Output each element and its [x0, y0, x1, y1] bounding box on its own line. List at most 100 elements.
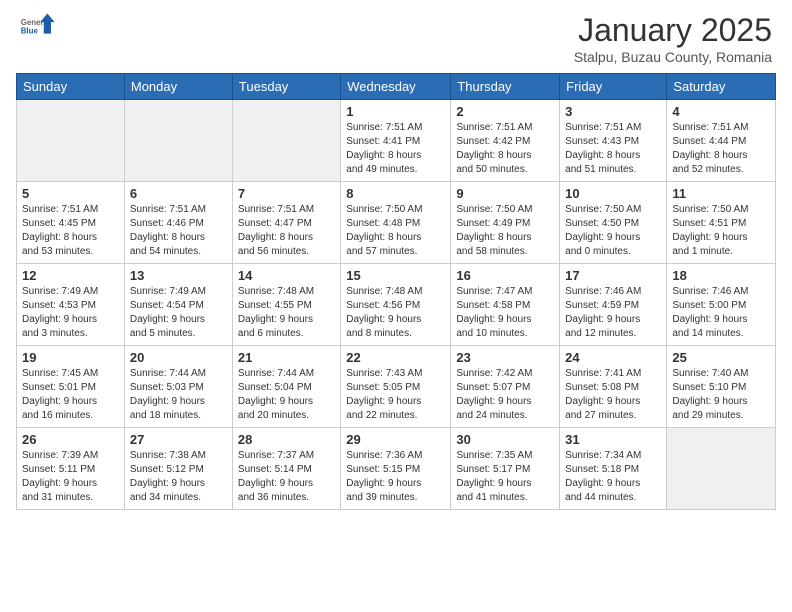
- calendar-cell: 2Sunrise: 7:51 AMSunset: 4:42 PMDaylight…: [451, 100, 560, 182]
- day-number: 28: [238, 432, 335, 447]
- day-info: Sunrise: 7:51 AMSunset: 4:47 PMDaylight:…: [238, 203, 335, 259]
- calendar-cell: 17Sunrise: 7:46 AMSunset: 4:59 PMDayligh…: [560, 264, 667, 346]
- calendar-cell: 19 Sunrise: 7:45 AMSunset: 5:01 PMDayligh…: [17, 346, 125, 428]
- calendar-cell: 23 Sunrise: 7:42 AMSunset: 5:07 PMDayligh…: [451, 346, 560, 428]
- day-info: Sunrise: 7:44 AMSunset: 5:03 PMDaylight:…: [130, 367, 227, 423]
- day-info: Sunrise: 7:51 AMSunset: 4:43 PMDaylight:…: [565, 121, 661, 177]
- calendar-cell: 31 Sunrise: 7:34 AMSunset: 5:18 PMDayligh…: [560, 428, 667, 510]
- calendar-cell: 27 Sunrise: 7:38 AMSunset: 5:12 PMDayligh…: [124, 428, 232, 510]
- day-number: 15: [346, 268, 445, 283]
- day-info: Sunrise: 7:42 AMSunset: 5:07 PMDaylight:…: [456, 367, 554, 423]
- calendar-cell: [232, 100, 340, 182]
- calendar-week-5: 26 Sunrise: 7:39 AMSunset: 5:11 PMDayligh…: [17, 428, 776, 510]
- col-thursday: Thursday: [451, 74, 560, 100]
- calendar-cell: 21Sunrise: 7:44 AMSunset: 5:04 PMDayligh…: [232, 346, 340, 428]
- calendar-week-1: 1Sunrise: 7:51 AMSunset: 4:41 PMDaylight…: [17, 100, 776, 182]
- calendar-week-3: 12 Sunrise: 7:49 AMSunset: 4:53 PMDayligh…: [17, 264, 776, 346]
- calendar-cell: 30 Sunrise: 7:35 AMSunset: 5:17 PMDayligh…: [451, 428, 560, 510]
- col-wednesday: Wednesday: [341, 74, 451, 100]
- day-number: 24: [565, 350, 661, 365]
- calendar-cell: 6 Sunrise: 7:51 AMSunset: 4:46 PMDaylight…: [124, 182, 232, 264]
- day-number: 27: [130, 432, 227, 447]
- day-number: 5: [22, 186, 119, 201]
- day-info: Sunrise: 7:48 AMSunset: 4:55 PMDaylight:…: [238, 285, 335, 341]
- day-info: Sunrise: 7:49 AMSunset: 4:53 PMDaylight:…: [22, 285, 119, 341]
- calendar-cell: 12 Sunrise: 7:49 AMSunset: 4:53 PMDayligh…: [17, 264, 125, 346]
- day-number: 6: [130, 186, 227, 201]
- calendar-table: Sunday Monday Tuesday Wednesday Thursday…: [16, 73, 776, 510]
- day-info: Sunrise: 7:38 AMSunset: 5:12 PMDaylight:…: [130, 449, 227, 505]
- day-number: 16: [456, 268, 554, 283]
- calendar-cell: [17, 100, 125, 182]
- day-info: Sunrise: 7:46 AMSunset: 5:00 PMDaylight:…: [672, 285, 770, 341]
- day-info: Sunrise: 7:37 AMSunset: 5:14 PMDaylight:…: [238, 449, 335, 505]
- calendar-cell: [124, 100, 232, 182]
- calendar-cell: 25 Sunrise: 7:40 AMSunset: 5:10 PMDayligh…: [667, 346, 776, 428]
- page-header: General Blue January 2025 Stalpu, Buzau …: [0, 0, 792, 73]
- calendar-cell: 9 Sunrise: 7:50 AMSunset: 4:49 PMDaylight…: [451, 182, 560, 264]
- calendar-cell: [667, 428, 776, 510]
- calendar-cell: 3 Sunrise: 7:51 AMSunset: 4:43 PMDaylight…: [560, 100, 667, 182]
- day-info: Sunrise: 7:51 AMSunset: 4:44 PMDaylight:…: [672, 121, 770, 177]
- day-number: 9: [456, 186, 554, 201]
- calendar-week-4: 19 Sunrise: 7:45 AMSunset: 5:01 PMDayligh…: [17, 346, 776, 428]
- calendar-cell: 22Sunrise: 7:43 AMSunset: 5:05 PMDayligh…: [341, 346, 451, 428]
- calendar-body: 1Sunrise: 7:51 AMSunset: 4:41 PMDaylight…: [17, 100, 776, 510]
- day-number: 18: [672, 268, 770, 283]
- day-number: 25: [672, 350, 770, 365]
- subtitle: Stalpu, Buzau County, Romania: [574, 49, 772, 65]
- month-title: January 2025: [574, 12, 772, 49]
- logo-svg: General Blue: [20, 12, 56, 48]
- title-section: January 2025 Stalpu, Buzau County, Roman…: [574, 12, 772, 65]
- day-number: 12: [22, 268, 119, 283]
- day-info: Sunrise: 7:49 AMSunset: 4:54 PMDaylight:…: [130, 285, 227, 341]
- day-number: 4: [672, 104, 770, 119]
- day-number: 10: [565, 186, 661, 201]
- logo: General Blue: [20, 12, 56, 48]
- day-number: 22: [346, 350, 445, 365]
- calendar-cell: 15 Sunrise: 7:48 AMSunset: 4:56 PMDayligh…: [341, 264, 451, 346]
- day-number: 2: [456, 104, 554, 119]
- col-monday: Monday: [124, 74, 232, 100]
- calendar-cell: 1Sunrise: 7:51 AMSunset: 4:41 PMDaylight…: [341, 100, 451, 182]
- day-info: Sunrise: 7:50 AMSunset: 4:51 PMDaylight:…: [672, 203, 770, 259]
- day-number: 23: [456, 350, 554, 365]
- calendar-cell: 16 Sunrise: 7:47 AMSunset: 4:58 PMDayligh…: [451, 264, 560, 346]
- day-info: Sunrise: 7:35 AMSunset: 5:17 PMDaylight:…: [456, 449, 554, 505]
- day-info: Sunrise: 7:40 AMSunset: 5:10 PMDaylight:…: [672, 367, 770, 423]
- calendar-cell: 14Sunrise: 7:48 AMSunset: 4:55 PMDayligh…: [232, 264, 340, 346]
- day-info: Sunrise: 7:47 AMSunset: 4:58 PMDaylight:…: [456, 285, 554, 341]
- day-number: 31: [565, 432, 661, 447]
- day-number: 1: [346, 104, 445, 119]
- day-number: 30: [456, 432, 554, 447]
- day-number: 13: [130, 268, 227, 283]
- day-number: 26: [22, 432, 119, 447]
- day-info: Sunrise: 7:36 AMSunset: 5:15 PMDaylight:…: [346, 449, 445, 505]
- day-info: Sunrise: 7:51 AMSunset: 4:45 PMDaylight:…: [22, 203, 119, 259]
- day-number: 17: [565, 268, 661, 283]
- day-info: Sunrise: 7:39 AMSunset: 5:11 PMDaylight:…: [22, 449, 119, 505]
- col-sunday: Sunday: [17, 74, 125, 100]
- col-friday: Friday: [560, 74, 667, 100]
- day-info: Sunrise: 7:51 AMSunset: 4:46 PMDaylight:…: [130, 203, 227, 259]
- calendar-cell: 20 Sunrise: 7:44 AMSunset: 5:03 PMDayligh…: [124, 346, 232, 428]
- calendar-cell: 4 Sunrise: 7:51 AMSunset: 4:44 PMDaylight…: [667, 100, 776, 182]
- day-info: Sunrise: 7:50 AMSunset: 4:50 PMDaylight:…: [565, 203, 661, 259]
- day-info: Sunrise: 7:45 AMSunset: 5:01 PMDaylight:…: [22, 367, 119, 423]
- day-info: Sunrise: 7:50 AMSunset: 4:48 PMDaylight:…: [346, 203, 445, 259]
- day-number: 11: [672, 186, 770, 201]
- calendar-cell: 10 Sunrise: 7:50 AMSunset: 4:50 PMDayligh…: [560, 182, 667, 264]
- day-number: 20: [130, 350, 227, 365]
- day-info: Sunrise: 7:34 AMSunset: 5:18 PMDaylight:…: [565, 449, 661, 505]
- calendar-cell: 8 Sunrise: 7:50 AMSunset: 4:48 PMDaylight…: [341, 182, 451, 264]
- calendar-cell: 28 Sunrise: 7:37 AMSunset: 5:14 PMDayligh…: [232, 428, 340, 510]
- day-number: 3: [565, 104, 661, 119]
- day-info: Sunrise: 7:50 AMSunset: 4:49 PMDaylight:…: [456, 203, 554, 259]
- calendar-container: Sunday Monday Tuesday Wednesday Thursday…: [0, 73, 792, 518]
- day-info: Sunrise: 7:41 AMSunset: 5:08 PMDaylight:…: [565, 367, 661, 423]
- day-info: Sunrise: 7:48 AMSunset: 4:56 PMDaylight:…: [346, 285, 445, 341]
- calendar-cell: 7Sunrise: 7:51 AMSunset: 4:47 PMDaylight…: [232, 182, 340, 264]
- day-number: 19: [22, 350, 119, 365]
- day-number: 8: [346, 186, 445, 201]
- calendar-cell: 26 Sunrise: 7:39 AMSunset: 5:11 PMDayligh…: [17, 428, 125, 510]
